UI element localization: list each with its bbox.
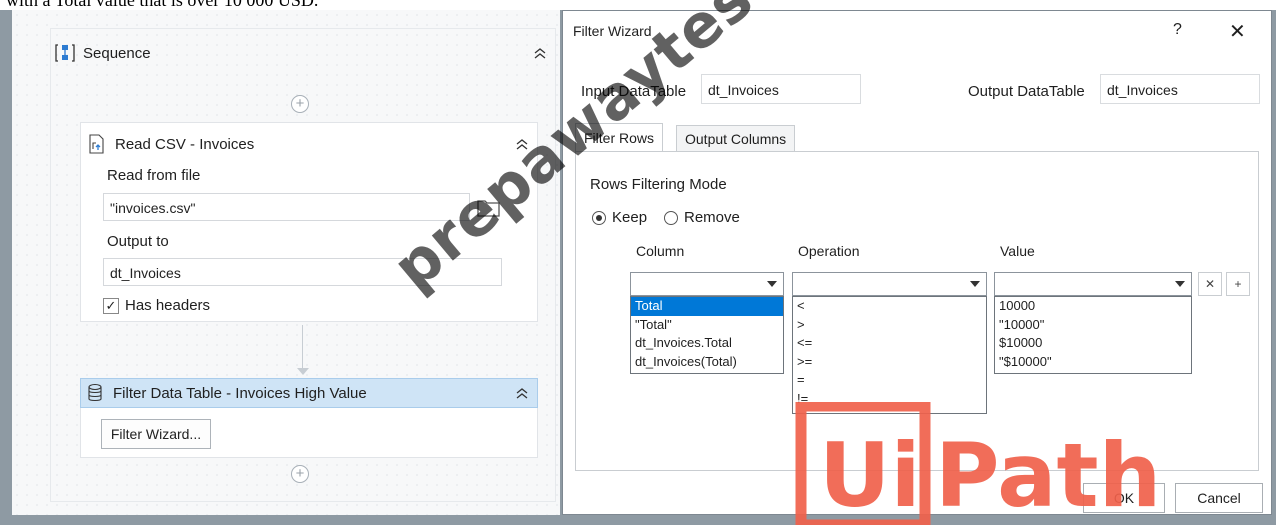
chevron-down-icon: [767, 281, 777, 287]
column-options-list: Total "Total" dt_Invoices.Total dt_Invoi…: [630, 296, 784, 374]
database-icon: [88, 383, 102, 402]
read-csv-header[interactable]: Read CSV - Invoices: [81, 130, 537, 158]
add-activity-plus-icon[interactable]: +: [291, 95, 309, 113]
has-headers-label: Has headers: [125, 297, 211, 314]
keep-label: Keep: [612, 209, 648, 226]
folder-icon[interactable]: [477, 199, 501, 217]
filter-wizard-button[interactable]: Filter Wizard...: [101, 419, 211, 449]
operation-option[interactable]: <: [793, 297, 986, 316]
read-csv-icon: [89, 134, 104, 154]
remove-row-button[interactable]: ✕: [1198, 272, 1222, 296]
dialog-title: Filter Wizard: [573, 23, 652, 39]
remove-label: Remove: [684, 209, 740, 226]
operation-option[interactable]: <=: [793, 334, 986, 353]
cancel-button[interactable]: Cancel: [1175, 483, 1263, 513]
collapse-chevron-icon[interactable]: [515, 137, 529, 151]
flow-connector: [302, 325, 303, 373]
column-option[interactable]: dt_Invoices.Total: [631, 334, 783, 353]
value-options-list: 10000 "10000" $10000 "$10000": [994, 296, 1192, 374]
output-datatable-label: Output DataTable: [968, 83, 1085, 100]
read-from-file-input[interactable]: "invoices.csv": [103, 193, 470, 221]
column-option[interactable]: Total: [631, 297, 783, 316]
chevron-down-icon: [970, 281, 980, 287]
sequence-icon: [55, 44, 75, 62]
column-header: Column: [636, 243, 685, 259]
value-option[interactable]: "$10000": [995, 353, 1191, 372]
value-option[interactable]: "10000": [995, 316, 1191, 335]
remove-radio[interactable]: [664, 211, 678, 225]
tab-output-columns[interactable]: Output Columns: [676, 125, 796, 153]
input-datatable-field[interactable]: dt_Invoices: [701, 74, 861, 104]
column-dropdown[interactable]: [630, 272, 784, 296]
value-header: Value: [1000, 243, 1035, 259]
operation-option[interactable]: =: [793, 371, 986, 390]
output-to-label: Output to: [107, 233, 169, 250]
input-datatable-label: Input DataTable: [581, 83, 687, 100]
chevron-down-icon: [1175, 281, 1185, 287]
read-from-file-label: Read from file: [107, 167, 201, 184]
workflow-designer: Sequence + Read CSV - Invoices Read from…: [12, 10, 560, 515]
rows-filtering-mode-label: Rows Filtering Mode: [590, 176, 727, 193]
filter-data-table-activity[interactable]: Filter Data Table - Invoices High Value …: [80, 378, 538, 458]
value-option[interactable]: 10000: [995, 297, 1191, 316]
add-row-button[interactable]: +: [1226, 272, 1250, 296]
operation-option[interactable]: >: [793, 316, 986, 335]
read-csv-title: Read CSV - Invoices: [115, 135, 255, 153]
column-option[interactable]: "Total": [631, 316, 783, 335]
read-csv-activity[interactable]: Read CSV - Invoices Read from file "invo…: [80, 122, 538, 322]
ok-button[interactable]: OK: [1083, 483, 1165, 513]
keep-radio[interactable]: [592, 211, 606, 225]
filter-data-table-title: Filter Data Table - Invoices High Value: [113, 384, 367, 402]
value-option[interactable]: $10000: [995, 334, 1191, 353]
operation-dropdown[interactable]: [792, 272, 987, 296]
tab-filter-rows[interactable]: Filter Rows: [575, 123, 664, 153]
filter-data-table-header[interactable]: Filter Data Table - Invoices High Value: [80, 378, 538, 408]
value-dropdown[interactable]: [994, 272, 1192, 296]
collapse-chevron-icon[interactable]: [533, 46, 547, 60]
filter-rows-panel: Rows Filtering Mode Keep Remove Column O…: [575, 151, 1259, 471]
collapse-chevron-icon[interactable]: [515, 386, 529, 400]
operation-option[interactable]: >=: [793, 353, 986, 372]
operation-header: Operation: [798, 243, 860, 259]
sequence-title: Sequence: [83, 44, 151, 62]
close-icon[interactable]: ✕: [1229, 19, 1246, 44]
column-option[interactable]: dt_Invoices(Total): [631, 353, 783, 372]
add-activity-plus-icon[interactable]: +: [291, 465, 309, 483]
help-button[interactable]: ?: [1173, 21, 1182, 39]
has-headers-checkbox[interactable]: ✓: [103, 298, 119, 314]
output-to-input[interactable]: dt_Invoices: [103, 258, 502, 286]
sequence-header[interactable]: Sequence: [51, 39, 555, 67]
output-datatable-field[interactable]: dt_Invoices: [1100, 74, 1260, 104]
operation-options-list: < > <= >= = !=: [792, 296, 987, 414]
operation-option[interactable]: !=: [793, 390, 986, 409]
filter-wizard-dialog: Filter Wizard ? ✕ Input DataTable dt_Inv…: [562, 10, 1272, 515]
flow-arrow-icon: [297, 368, 309, 375]
